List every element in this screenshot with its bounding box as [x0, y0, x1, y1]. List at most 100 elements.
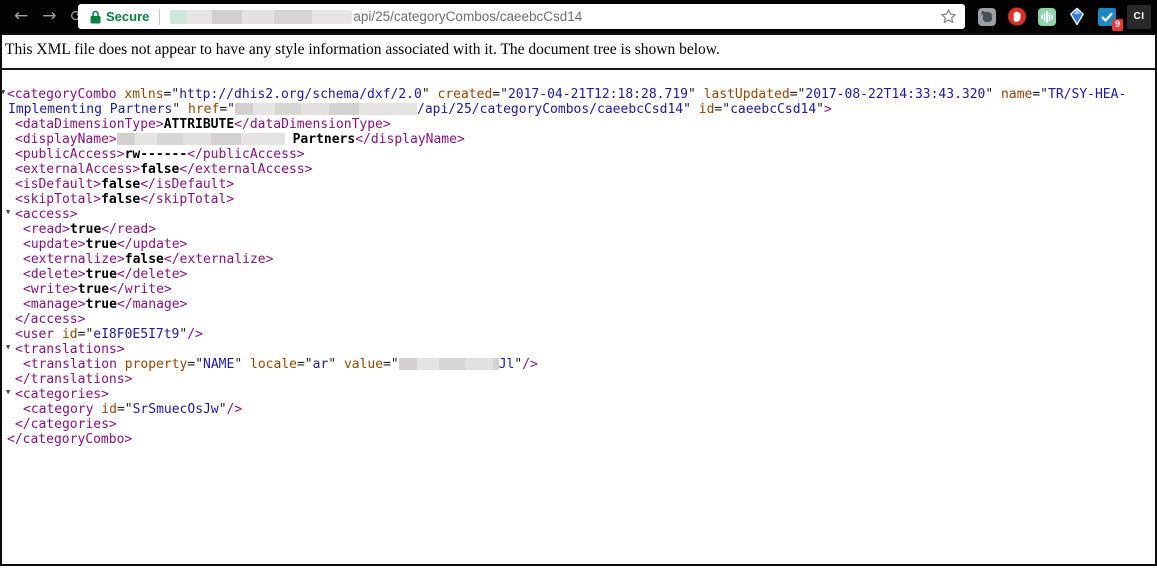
xml-token: "	[683, 102, 699, 117]
xml-token: ar	[312, 357, 329, 372]
xml-style-notice: This XML file does not appear to have an…	[2, 35, 1155, 70]
xml-token: id	[61, 327, 78, 342]
xml-line: <delete>true</delete>	[2, 267, 1155, 282]
xml-token: false	[101, 192, 141, 207]
xml-token: <externalize>	[23, 252, 125, 267]
xml-token: >	[824, 102, 832, 117]
xml-token: ="	[492, 87, 508, 102]
xml-line: <displayName> Partners</displayName>	[2, 132, 1155, 147]
xml-token: <externalAccess>	[15, 162, 141, 177]
gem-extension-icon[interactable]	[1067, 7, 1087, 27]
xml-token: <translation	[23, 357, 125, 372]
xml-token: </delete>	[116, 267, 188, 282]
lock-icon	[90, 10, 101, 23]
xml-token: 2017-04-21T12:18:28.719	[507, 87, 688, 102]
xml-token: SrSmuecOsJw	[132, 402, 219, 417]
xml-token: </translations>	[15, 372, 133, 387]
tasks-extension-icon[interactable]: 9	[1097, 7, 1123, 31]
xml-token: <update>	[23, 237, 86, 252]
xml-token: </categories>	[15, 417, 117, 432]
xml-token: ="	[789, 87, 806, 102]
stop-hand-extension-icon[interactable]	[1007, 7, 1027, 27]
bookmark-star-icon[interactable]	[940, 8, 957, 25]
xml-token: "	[218, 402, 227, 417]
xml-token: </publicAccess>	[187, 147, 305, 162]
xml-token: />	[187, 327, 203, 342]
xml-token: http://dhis2.org/schema/dxf/2.0	[179, 87, 422, 102]
xml-token: xmlns	[124, 87, 164, 102]
forward-icon[interactable]: →	[42, 8, 56, 25]
xml-line: <publicAccess>rw------</publicAccess>	[2, 147, 1155, 162]
url-path[interactable]: api/25/categoryCombos/caeebcCsd14	[353, 9, 582, 24]
collapse-arrow-icon[interactable]: ▼	[6, 209, 10, 216]
xml-token: ="	[187, 357, 204, 372]
xml-token: name	[1001, 87, 1033, 102]
xml-token: <publicAccess>	[15, 147, 125, 162]
url-domain-redacted	[170, 9, 353, 24]
xml-token: ="	[383, 357, 399, 372]
xml-token: </access>	[15, 312, 86, 327]
xml-token: <user	[15, 327, 62, 342]
collapse-arrow-icon[interactable]: ▼	[6, 389, 10, 396]
xml-token: "	[985, 87, 1002, 102]
xml-token: property	[124, 357, 188, 372]
audio-wave-extension-icon[interactable]	[1037, 7, 1057, 27]
xml-token: </externalAccess>	[179, 162, 313, 177]
security-chip[interactable]: Secure	[90, 9, 149, 24]
profile-avatar[interactable]: CI	[1127, 4, 1151, 29]
xml-line: ▼ <categoryCombo xmlns="http://dhis2.org/…	[1, 87, 1155, 102]
xml-token: false	[101, 177, 141, 192]
address-bar[interactable]: Secure api/25/categoryCombos/caeebcCsd14	[78, 4, 965, 29]
xml-token: eI8F0E5I7t9	[93, 327, 180, 342]
xml-token: true	[77, 282, 110, 297]
xml-token: ="	[116, 402, 133, 417]
collapse-arrow-icon[interactable]: ▼	[1, 89, 5, 96]
back-icon[interactable]: ←	[14, 8, 28, 25]
xml-token: ="	[714, 102, 731, 117]
xml-line: </translations>	[2, 372, 1155, 387]
xml-line: ▼ <categories>	[2, 387, 1155, 402]
xml-token: <delete>	[23, 267, 86, 282]
xml-line: <skipTotal>false</skipTotal>	[2, 192, 1155, 207]
xml-token: ="	[163, 87, 180, 102]
xml-token: />	[522, 357, 538, 372]
xml-token: caeebcCsd14	[730, 102, 817, 117]
xml-token: NAME	[203, 357, 235, 372]
xml-line: <update>true</update>	[2, 237, 1155, 252]
xml-token: <isDefault>	[15, 177, 102, 192]
xml-token: </manage>	[116, 297, 188, 312]
xml-token: <skipTotal>	[15, 192, 102, 207]
xml-token: "	[328, 357, 344, 372]
xml-token: id	[101, 402, 117, 417]
xml-token: locale	[250, 357, 297, 372]
xml-token: </displayName>	[355, 132, 465, 147]
xml-token: <dataDimensionType>	[15, 117, 164, 132]
redacted-text	[235, 103, 417, 115]
xml-token: Implementing Partners	[8, 102, 173, 117]
xml-token: "	[172, 102, 189, 117]
xml-token: <categories>	[15, 387, 109, 402]
extension-row: 9 CI	[977, 0, 1151, 33]
xml-token: </isDefault>	[140, 177, 235, 192]
xml-token: href	[188, 102, 220, 117]
xml-token: true	[69, 222, 102, 237]
xml-token: <displayName>	[15, 132, 117, 147]
xml-token: </read>	[101, 222, 157, 237]
xml-token: "	[421, 87, 438, 102]
xml-token: ="	[296, 357, 313, 372]
xml-line: Implementing Partners" href="/api/25/cat…	[2, 102, 1155, 117]
evernote-extension-icon[interactable]	[977, 7, 997, 27]
xml-token: <category	[23, 402, 102, 417]
collapse-arrow-icon[interactable]: ▼	[6, 344, 10, 351]
xml-token: ATTRIBUTE	[163, 117, 235, 132]
xml-token: <manage>	[23, 297, 86, 312]
xml-token: </skipTotal>	[140, 192, 235, 207]
xml-token: TR/SY-HEA-	[1048, 87, 1127, 102]
xml-line: <category id="SrSmuecOsJw"/>	[2, 402, 1155, 417]
xml-line: ▼ <translations>	[2, 342, 1155, 357]
xml-token: Jl	[498, 357, 515, 372]
xml-token: </categoryCombo>	[7, 432, 133, 447]
xml-line: <user id="eI8F0E5I7t9"/>	[2, 327, 1155, 342]
xml-token: </write>	[109, 282, 172, 297]
xml-token: ="	[77, 327, 94, 342]
